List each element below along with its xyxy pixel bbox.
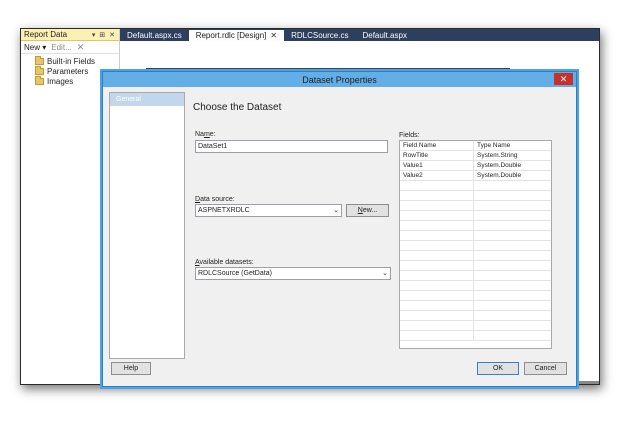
dialog-title: Dataset Properties	[302, 74, 377, 85]
fields-label: Fields:	[399, 132, 420, 139]
close-icon[interactable]: ✕	[554, 73, 573, 85]
folder-icon	[35, 75, 44, 85]
dialog-sidebar: General	[109, 92, 185, 359]
report-data-title: Report Data	[24, 30, 68, 39]
empty-row	[400, 231, 551, 241]
dialog-body: General Choose the Dataset Name: DataSet…	[103, 87, 576, 386]
tree-item-built-in-fields[interactable]: Built-in Fields	[35, 55, 119, 66]
empty-row	[400, 191, 551, 201]
column-header-type-name: Type Name	[477, 142, 511, 149]
table-row[interactable]: RowTitle System.String	[400, 151, 551, 161]
page-heading: Choose the Dataset	[193, 102, 282, 113]
new-menu-button[interactable]: New ▾	[24, 43, 46, 52]
tab-report-rdlc-design[interactable]: Report.rdlc [Design] ✕	[188, 30, 285, 41]
tab-default-aspx-cs[interactable]: Default.aspx.cs	[120, 30, 189, 41]
column-header-field-name: Field Name	[400, 141, 474, 150]
name-label: Name:	[195, 131, 216, 138]
new-data-source-button[interactable]: New...	[346, 204, 389, 217]
data-source-label: Data source:	[195, 196, 235, 203]
table-row[interactable]: Value1 System.Double	[400, 161, 551, 171]
fields-grid[interactable]: Field Name Type Name RowTitle System.Str…	[399, 140, 552, 349]
delete-icon[interactable]: ✕	[77, 42, 85, 53]
help-button[interactable]: Help	[111, 362, 151, 375]
empty-row	[400, 241, 551, 251]
empty-row	[400, 291, 551, 301]
grid-header-row: Field Name Type Name	[400, 141, 551, 151]
empty-row	[400, 281, 551, 291]
sidebar-item-general[interactable]: General	[110, 93, 184, 106]
report-data-toolbar: New ▾ Edit... ✕	[21, 41, 119, 54]
tab-label: Report.rdlc [Design]	[195, 31, 267, 40]
empty-row	[400, 221, 551, 231]
pane-pin-controls[interactable]: ▾ ⊞ ✕	[92, 31, 116, 39]
ok-button[interactable]: OK	[477, 362, 519, 375]
document-tabs: Default.aspx.cs Report.rdlc [Design] ✕ R…	[120, 29, 599, 41]
close-icon[interactable]: ✕	[270, 30, 277, 41]
tab-rdlcsource-cs[interactable]: RDLCSource.cs	[284, 30, 355, 41]
folder-icon	[35, 65, 44, 75]
empty-row	[400, 251, 551, 261]
empty-row	[400, 211, 551, 221]
available-datasets-label: Available datasets:	[195, 259, 254, 266]
empty-row	[400, 331, 551, 341]
chevron-down-icon: ⌄	[333, 207, 339, 214]
cancel-button[interactable]: Cancel	[524, 362, 567, 375]
empty-row	[400, 261, 551, 271]
dataset-properties-dialog: Dataset Properties ✕ General Choose the …	[102, 71, 577, 387]
empty-row	[400, 201, 551, 211]
folder-icon	[35, 55, 44, 65]
available-datasets-select[interactable]: RDLCSource (GetData) ⌄	[195, 267, 391, 280]
empty-row	[400, 301, 551, 311]
tree-item-label: Built-in Fields	[47, 56, 96, 66]
tree-item-label: Parameters	[47, 66, 89, 76]
empty-row	[400, 181, 551, 191]
data-source-select[interactable]: ASPNETXRDLC ⌄	[195, 204, 342, 217]
edit-button[interactable]: Edit...	[51, 43, 71, 52]
chevron-down-icon: ⌄	[382, 270, 388, 277]
table-row[interactable]: Value2 System.Double	[400, 171, 551, 181]
dialog-titlebar: Dataset Properties ✕	[103, 72, 576, 87]
name-field[interactable]: DataSet1	[195, 140, 388, 153]
empty-row	[400, 321, 551, 331]
empty-row	[400, 311, 551, 321]
tree-item-label: Images	[47, 76, 74, 86]
report-data-titlebar: Report Data ▾ ⊞ ✕	[21, 29, 119, 41]
empty-row	[400, 271, 551, 281]
tab-default-aspx[interactable]: Default.aspx	[355, 30, 413, 41]
